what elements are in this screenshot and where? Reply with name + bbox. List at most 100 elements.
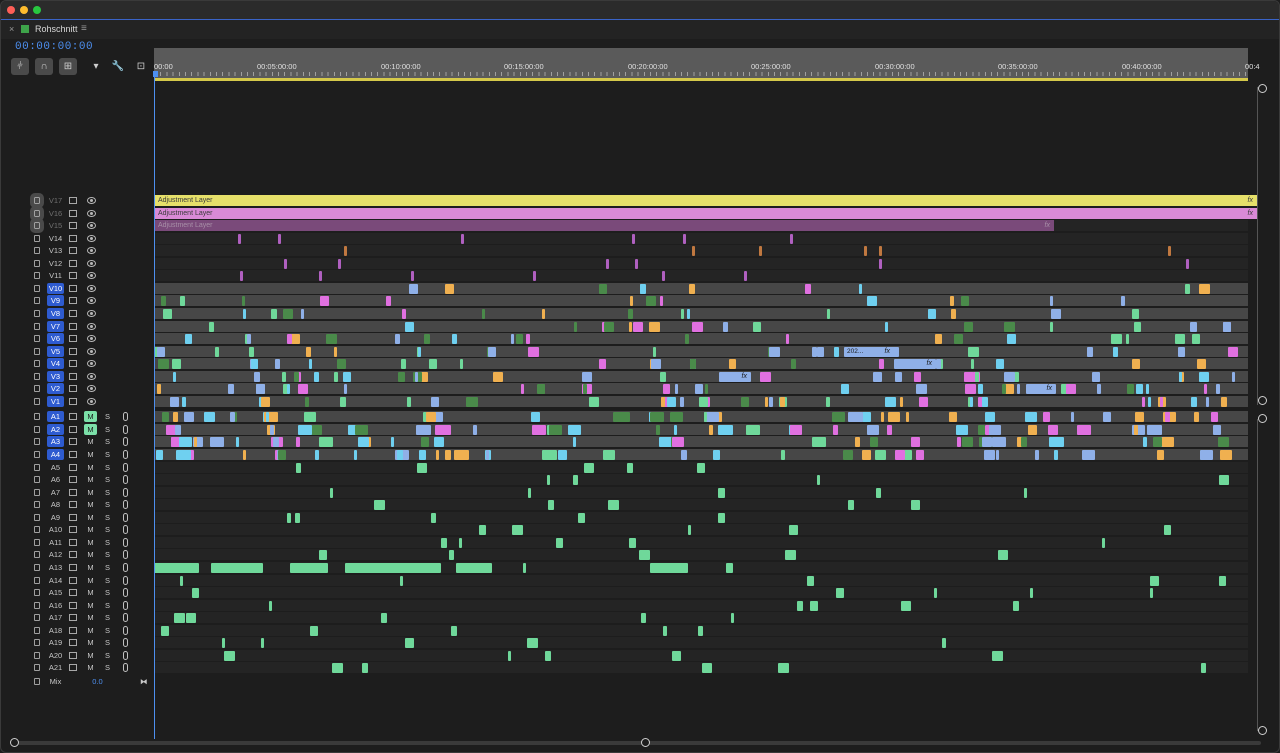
timeline-clip[interactable] (185, 334, 192, 345)
timeline-clip[interactable] (454, 450, 469, 460)
timeline-clip[interactable] (358, 437, 369, 448)
timeline-clip[interactable] (848, 412, 863, 423)
timeline-clip[interactable] (687, 308, 690, 319)
timeline-clip[interactable] (283, 308, 293, 319)
timeline-clip[interactable] (271, 308, 277, 319)
sync-lock-icon[interactable] (69, 451, 77, 458)
timeline-clip[interactable] (1097, 384, 1101, 395)
timeline-clip[interactable] (556, 537, 563, 548)
lock-icon[interactable] (34, 297, 40, 305)
timeline-clip[interactable] (916, 450, 924, 460)
sync-lock-icon[interactable] (69, 347, 77, 355)
solo-button[interactable]: S (105, 600, 110, 611)
timeline-clip[interactable] (278, 233, 281, 244)
timeline-clip[interactable] (663, 384, 670, 395)
timeline-clip[interactable] (639, 550, 650, 561)
timeline-clip[interactable] (287, 384, 290, 395)
timeline-clip[interactable] (697, 462, 705, 473)
timeline-clip[interactable] (746, 424, 760, 435)
lock-icon[interactable] (30, 205, 44, 221)
timeline-clip[interactable] (718, 512, 725, 523)
timeline-clip[interactable] (629, 537, 636, 548)
wrench-settings-icon[interactable]: 🔧 (109, 58, 127, 75)
lock-icon[interactable] (34, 639, 40, 647)
timeline-clip[interactable] (290, 562, 328, 573)
timeline-clip[interactable] (951, 308, 956, 319)
eye-icon[interactable] (87, 197, 96, 204)
sync-lock-icon[interactable] (69, 526, 77, 534)
timeline-clip[interactable] (1043, 412, 1050, 423)
timeline-clip[interactable] (344, 384, 347, 395)
mute-button[interactable]: M (84, 449, 97, 460)
eye-icon[interactable] (87, 397, 96, 405)
close-window-icon[interactable] (7, 6, 15, 14)
track-name[interactable]: A21 (47, 662, 64, 673)
sync-lock-icon[interactable] (69, 626, 77, 634)
timeline-clip[interactable] (895, 371, 902, 382)
timeline-clip[interactable] (723, 321, 728, 332)
timeline-clip[interactable] (672, 437, 684, 448)
timeline-clip[interactable] (970, 396, 973, 407)
timeline-clip[interactable] (1127, 384, 1134, 395)
solo-button[interactable]: S (105, 625, 110, 636)
timeline-clip[interactable] (834, 346, 839, 357)
timeline-clip[interactable] (1219, 575, 1226, 586)
timeline-clip[interactable] (848, 500, 854, 511)
sync-lock-icon[interactable] (69, 463, 77, 471)
timeline-clip[interactable] (864, 246, 867, 257)
timeline-clip[interactable] (640, 283, 646, 294)
timeline-clip[interactable] (689, 283, 695, 294)
timeline-clip[interactable] (547, 475, 550, 486)
solo-button[interactable]: S (105, 637, 110, 648)
timeline-clip[interactable] (885, 396, 896, 407)
eye-icon[interactable] (87, 385, 96, 393)
lock-icon[interactable] (34, 413, 40, 421)
timeline-clip[interactable] (1143, 437, 1147, 448)
tab-rohschnitt[interactable]: Rohschnitt (35, 24, 78, 34)
timeline-clip[interactable] (573, 437, 576, 448)
timeline-clip[interactable] (1223, 321, 1231, 332)
timeline-clip[interactable] (629, 321, 632, 332)
voiceover-mic-icon[interactable] (123, 562, 128, 572)
eye-icon[interactable] (87, 297, 96, 305)
timeline-clip[interactable] (1077, 424, 1091, 435)
timeline-clip[interactable] (418, 346, 421, 357)
voiceover-mic-icon[interactable] (123, 537, 128, 547)
timeline-clip[interactable] (982, 437, 992, 448)
voiceover-mic-icon[interactable] (123, 600, 128, 610)
timeline-clip[interactable] (275, 359, 280, 370)
track-name[interactable]: A5 (47, 462, 64, 473)
sync-lock-icon[interactable] (69, 247, 77, 255)
timeline-clip[interactable] (179, 437, 192, 448)
timeline-clip[interactable] (431, 396, 439, 407)
timeline-clip[interactable] (294, 371, 299, 382)
timeline-clip[interactable] (817, 475, 820, 486)
timeline-clip[interactable] (381, 613, 387, 624)
timeline-clip[interactable] (900, 396, 903, 407)
timeline-clip[interactable] (1134, 321, 1141, 332)
lock-icon[interactable] (34, 463, 40, 471)
solo-button[interactable]: S (105, 612, 110, 623)
solo-button[interactable]: S (105, 537, 110, 548)
timeline-clip[interactable] (1191, 396, 1197, 407)
timeline-clip[interactable] (362, 663, 368, 674)
track-name[interactable]: A19 (47, 637, 64, 648)
lock-icon[interactable] (34, 538, 40, 546)
adjustment-layer-clip[interactable]: Adjustment Layer fx (154, 207, 1257, 219)
track-name[interactable]: V15 (47, 220, 64, 231)
timeline-clip[interactable] (284, 258, 287, 269)
timeline-clip[interactable] (962, 437, 973, 448)
timeline-clip[interactable] (786, 334, 789, 345)
track-name[interactable]: A6 (47, 474, 64, 485)
solo-button[interactable]: S (105, 524, 110, 535)
timeline-clip[interactable] (158, 359, 169, 370)
mute-button[interactable]: M (84, 549, 97, 560)
timeline-clip[interactable] (1150, 588, 1153, 599)
voiceover-mic-icon[interactable] (123, 550, 128, 560)
timeline-clip[interactable] (919, 396, 928, 407)
track-name[interactable]: A3 (47, 436, 64, 448)
mix-bowtie-icon[interactable]: ⧓ (140, 676, 148, 687)
timeline-clip[interactable] (1190, 321, 1197, 332)
timeline-clip[interactable] (400, 575, 403, 586)
timeline-clip[interactable] (247, 334, 251, 345)
